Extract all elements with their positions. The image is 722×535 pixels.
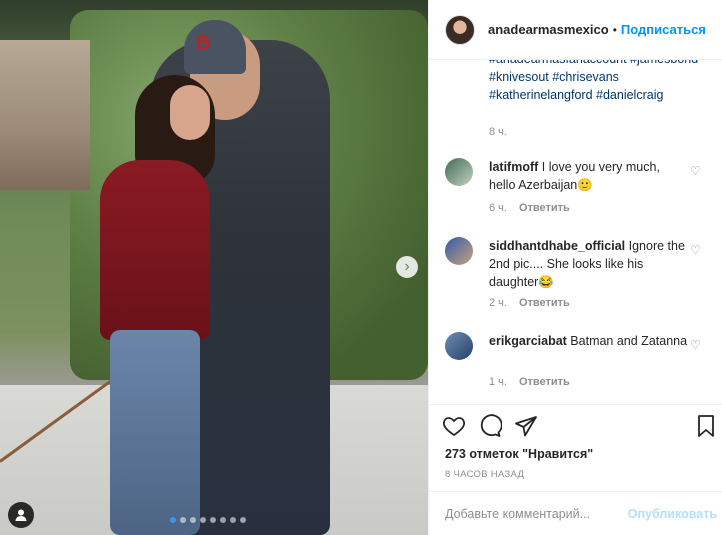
woman-jacket [100,160,210,340]
comment-icon[interactable] [477,413,503,439]
comment-meta: 2 ч. Ответить [489,297,570,309]
comment-username[interactable]: latifmoff [489,160,538,174]
follow-button[interactable]: Подписаться [621,22,706,37]
baseball-cap: B [184,20,246,74]
comment-meta: 6 ч. Ответить [489,202,570,214]
share-icon[interactable] [513,413,539,439]
comment-username[interactable]: siddhantdhabe_official [489,239,625,253]
carousel-dot [240,517,246,523]
next-photo-icon[interactable]: › [396,256,418,278]
post-actions: 273 отметок "Нравится" 8 ЧАСОВ НАЗАД [429,404,722,489]
avatar[interactable] [445,332,473,360]
reply-button[interactable]: Ответить [519,202,570,214]
carousel-dot [200,517,206,523]
publish-button[interactable]: Опубликовать [628,507,717,521]
post-caption-hashtags[interactable]: #anadearmasfanaccount #jamesbond #knives… [489,60,709,104]
comment-time: 1 ч. [489,376,507,388]
post-time-ago: 8 ЧАСОВ НАЗАД [445,469,525,480]
header-separator: • [612,22,617,37]
post-side-panel: anadearmasmexico • Подписаться #anadearm… [428,0,722,535]
heart-icon[interactable]: ♡ [690,164,701,178]
heart-icon[interactable]: ♡ [690,338,701,352]
comment-body: Batman and Zatanna [566,334,688,348]
add-comment-bar: Опубликовать [429,491,722,535]
carousel-dot [220,517,226,523]
comment-text: erikgarciabat Batman and Zatanna [489,332,689,350]
reply-button[interactable]: Ответить [519,376,570,388]
likes-count[interactable]: 273 отметок "Нравится" [445,447,593,461]
stone-pillar [0,40,90,190]
carousel-dot [180,517,186,523]
avatar[interactable] [445,14,475,45]
comments-list[interactable]: #anadearmasfanaccount #jamesbond #knives… [429,60,722,404]
avatar[interactable] [445,158,473,186]
post-header: anadearmasmexico • Подписаться [429,0,722,60]
reply-button[interactable]: Ответить [519,297,570,309]
carousel-dot [190,517,196,523]
comment-username[interactable]: erikgarciabat [489,334,567,348]
comment-input[interactable] [445,506,625,521]
comment-text: siddhantdhabe_official Ignore the 2nd pi… [489,237,689,291]
comment-meta: 1 ч. Ответить [489,376,570,388]
user-tag-icon[interactable] [8,502,34,528]
carousel-dot-active [170,517,176,523]
woman-face [170,85,210,140]
avatar[interactable] [445,237,473,265]
carousel-dot [230,517,236,523]
post-photo: B [0,0,428,535]
comment-text: latifmoff I love you very much, hello Az… [489,158,689,194]
heart-icon[interactable]: ♡ [690,243,701,257]
cap-logo: B [196,32,211,54]
comment-time: 6 ч. [489,202,507,214]
comment-time: 2 ч. [489,297,507,309]
woman-jeans [110,330,200,535]
carousel-dot [210,517,216,523]
carousel-dots [170,517,246,523]
bookmark-icon[interactable] [693,413,719,439]
like-icon[interactable] [441,413,467,439]
caption-time: 8 ч. [489,126,507,138]
post-username[interactable]: anadearmasmexico [488,22,609,37]
